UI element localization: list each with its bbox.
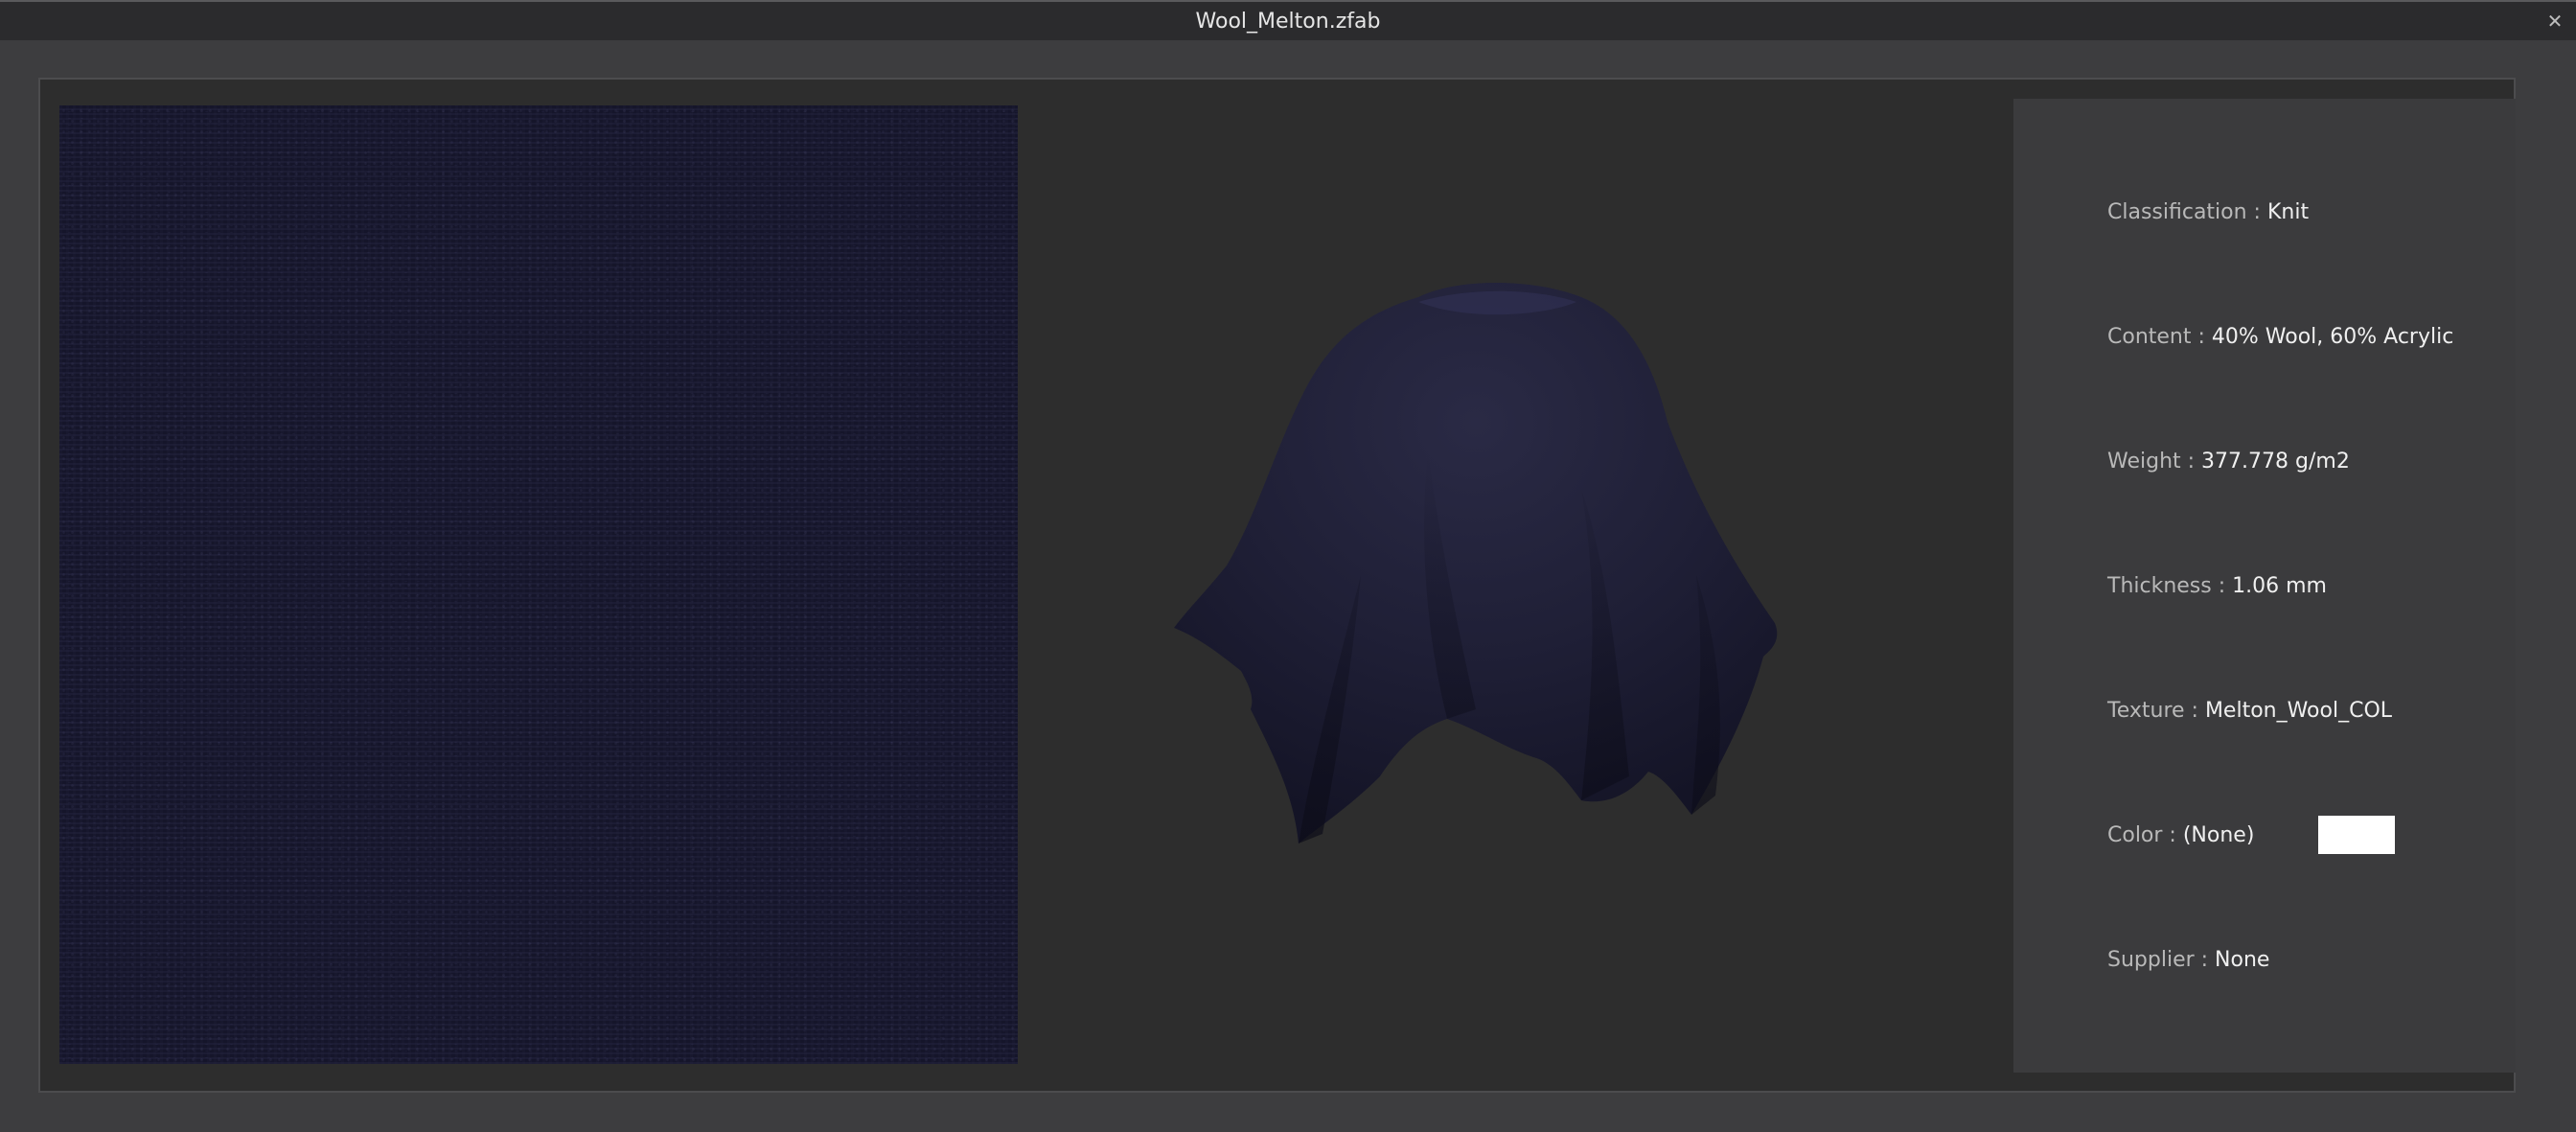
weight-value: 377.778 g/m2 [2201,450,2350,474]
draped-fabric-3d-view[interactable] [1131,259,1840,930]
info-texture: Texture : Melton_Wool_COL [2107,697,2392,726]
title-bar[interactable]: Wool_Melton.zfab ✕ [0,0,2576,40]
fabric-texture-preview [59,105,1018,1064]
drape-cloth-shape [1174,283,1778,843]
content-label: Content : [2107,325,2212,349]
info-classification: Classification : Knit [2107,198,2309,227]
texture-label: Texture : [2107,699,2205,723]
info-supplier: Supplier : None [2107,946,2269,975]
color-value: (None) [2182,823,2255,847]
thickness-value: 1.06 mm [2232,574,2327,598]
info-weight: Weight : 377.778 g/m2 [2107,448,2350,476]
weight-label: Weight : [2107,450,2202,474]
info-thickness: Thickness : 1.06 mm [2107,572,2327,601]
fabric-preview-window: Wool_Melton.zfab ✕ Classification : Knit… [0,0,2576,1132]
content-value: 40% Wool, 60% Acrylic [2211,325,2454,349]
info-content: Content : 40% Wool, 60% Acrylic [2107,323,2453,352]
fabric-info-panel: Classification : Knit Content : 40% Wool… [2013,99,2516,1073]
classification-label: Classification : [2107,200,2267,224]
thickness-label: Thickness : [2107,574,2233,598]
window-title: Wool_Melton.zfab [1195,10,1381,34]
close-icon[interactable]: ✕ [2543,10,2566,33]
texture-value: Melton_Wool_COL [2204,699,2393,723]
color-swatch[interactable] [2318,816,2395,854]
info-color: Color : (None) [2107,821,2254,850]
supplier-label: Supplier : [2107,948,2216,972]
supplier-value: None [2215,948,2270,972]
color-label: Color : [2107,823,2183,847]
classification-value: Knit [2266,200,2310,224]
